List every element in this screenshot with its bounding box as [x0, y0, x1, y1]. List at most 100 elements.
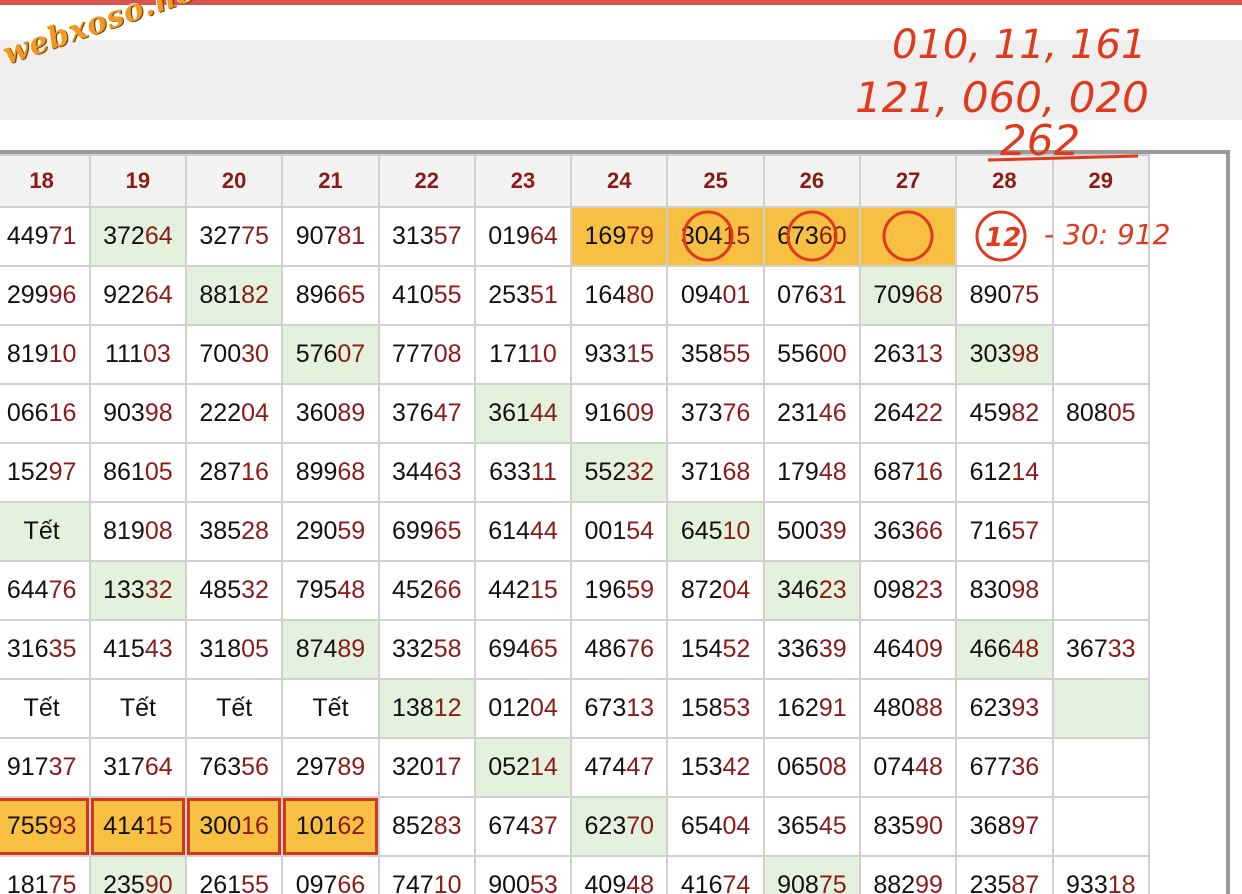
result-cell[interactable]: 48088	[858, 678, 958, 739]
result-cell[interactable]: 87489	[281, 619, 380, 680]
result-cell[interactable]: 15297	[0, 442, 91, 503]
result-cell[interactable]: 93318	[1051, 855, 1151, 894]
result-cell[interactable]: 69965	[377, 501, 476, 562]
result-cell[interactable]: 37168	[666, 442, 765, 503]
result-cell[interactable]: 17110	[473, 324, 573, 385]
result-cell[interactable]: 36089	[281, 383, 380, 444]
result-cell[interactable]: 83098	[955, 560, 1054, 621]
result-cell[interactable]: 15853	[666, 678, 765, 739]
result-cell[interactable]: 40948	[570, 855, 669, 894]
result-cell[interactable]: 77708	[377, 324, 476, 385]
result-cell[interactable]: 89665	[281, 265, 380, 326]
result-cell[interactable]: 01204	[473, 678, 573, 739]
result-cell[interactable]: 70968	[858, 265, 958, 326]
result-cell[interactable]: 13332	[88, 560, 188, 621]
result-cell[interactable]: 90053	[473, 855, 573, 894]
result-cell[interactable]: 13812	[377, 678, 476, 739]
result-cell[interactable]: 55600	[762, 324, 862, 385]
result-cell[interactable]: 67313	[570, 678, 669, 739]
result-cell[interactable]: 17948	[762, 442, 862, 503]
result-cell[interactable]: 31764	[88, 737, 188, 798]
result-cell[interactable]: 62393	[955, 678, 1054, 739]
result-cell[interactable]: 93315	[570, 324, 669, 385]
result-cell[interactable]: 26313	[858, 324, 958, 385]
result-cell[interactable]	[1051, 265, 1151, 326]
result-cell[interactable]: 74710	[377, 855, 476, 894]
header-cell[interactable]: 22	[377, 154, 476, 208]
result-cell[interactable]: 71657	[955, 501, 1054, 562]
result-cell[interactable]	[1051, 796, 1151, 857]
result-cell[interactable]: 41415	[88, 796, 188, 857]
result-cell[interactable]: Tết	[0, 501, 91, 562]
result-cell[interactable]: 91737	[0, 737, 91, 798]
result-cell[interactable]: 41543	[88, 619, 188, 680]
result-cell[interactable]: 90875	[762, 855, 862, 894]
result-cell[interactable]: 55232	[570, 442, 669, 503]
result-cell[interactable]: 83590	[858, 796, 958, 857]
result-cell[interactable]: 09401	[666, 265, 765, 326]
result-cell[interactable]: 30415	[666, 206, 765, 267]
header-cell[interactable]: 23	[473, 154, 573, 208]
result-cell[interactable]: 61444	[473, 501, 573, 562]
result-cell[interactable]	[955, 206, 1054, 267]
result-cell[interactable]: Tết	[281, 678, 380, 739]
result-cell[interactable]: 34463	[377, 442, 476, 503]
result-cell[interactable]: 46409	[858, 619, 958, 680]
result-cell[interactable]: 89075	[955, 265, 1054, 326]
result-cell[interactable]: 32775	[185, 206, 284, 267]
result-cell[interactable]: 06508	[762, 737, 862, 798]
result-cell[interactable]: 79548	[281, 560, 380, 621]
result-cell[interactable]: 26155	[185, 855, 284, 894]
result-cell[interactable]: 16480	[570, 265, 669, 326]
result-cell[interactable]: 19659	[570, 560, 669, 621]
result-cell[interactable]	[1051, 560, 1151, 621]
result-cell[interactable]: Tết	[0, 678, 91, 739]
result-cell[interactable]: 89968	[281, 442, 380, 503]
result-cell[interactable]	[1051, 442, 1151, 503]
result-cell[interactable]	[1051, 501, 1151, 562]
result-cell[interactable]: 44215	[473, 560, 573, 621]
result-cell[interactable]: 63311	[473, 442, 573, 503]
result-cell[interactable]: 62370	[570, 796, 669, 857]
header-cell[interactable]: 29	[1051, 154, 1151, 208]
result-cell[interactable]: 46648	[955, 619, 1054, 680]
result-cell[interactable]	[858, 206, 958, 267]
result-cell[interactable]	[1051, 324, 1151, 385]
result-cell[interactable]: 70030	[185, 324, 284, 385]
result-cell[interactable]: Tết	[88, 678, 188, 739]
result-cell[interactable]: 25351	[473, 265, 573, 326]
result-cell[interactable]: 37376	[666, 383, 765, 444]
result-cell[interactable]: 37264	[88, 206, 188, 267]
result-cell[interactable]: Tết	[185, 678, 284, 739]
result-cell[interactable]: 09823	[858, 560, 958, 621]
result-cell[interactable]: 15342	[666, 737, 765, 798]
result-cell[interactable]: 90398	[88, 383, 188, 444]
result-cell[interactable]: 16979	[570, 206, 669, 267]
result-cell[interactable]: 31805	[185, 619, 284, 680]
header-cell[interactable]: 18	[0, 154, 91, 208]
result-cell[interactable]: 75593	[0, 796, 91, 857]
header-cell[interactable]: 20	[185, 154, 284, 208]
result-cell[interactable]: 88299	[858, 855, 958, 894]
header-cell[interactable]: 21	[281, 154, 380, 208]
result-cell[interactable]: 23146	[762, 383, 862, 444]
result-cell[interactable]: 86105	[88, 442, 188, 503]
result-cell[interactable]	[1051, 206, 1151, 267]
result-cell[interactable]: 61214	[955, 442, 1054, 503]
result-cell[interactable]: 29059	[281, 501, 380, 562]
result-cell[interactable]: 36897	[955, 796, 1054, 857]
result-cell[interactable]: 32017	[377, 737, 476, 798]
header-cell[interactable]: 25	[666, 154, 765, 208]
result-cell[interactable]: 33639	[762, 619, 862, 680]
result-cell[interactable]: 31357	[377, 206, 476, 267]
result-cell[interactable]: 06616	[0, 383, 91, 444]
result-cell[interactable]: 36366	[858, 501, 958, 562]
result-cell[interactable]: 68716	[858, 442, 958, 503]
result-cell[interactable]: 37647	[377, 383, 476, 444]
result-cell[interactable]: 18175	[0, 855, 91, 894]
result-cell[interactable]: 48676	[570, 619, 669, 680]
result-cell[interactable]: 92264	[88, 265, 188, 326]
result-cell[interactable]: 07448	[858, 737, 958, 798]
result-cell[interactable]: 41055	[377, 265, 476, 326]
header-cell[interactable]: 24	[570, 154, 669, 208]
